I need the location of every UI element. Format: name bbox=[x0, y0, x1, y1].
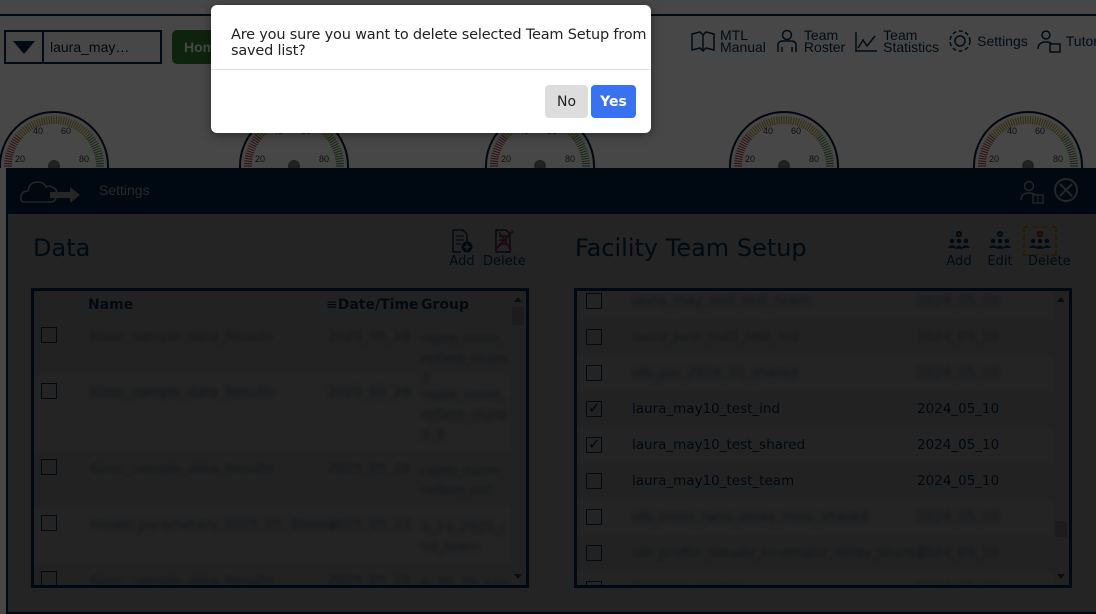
no-button[interactable]: No bbox=[545, 85, 588, 118]
confirm-delete-dialog: Are you sure you want to delete selected… bbox=[211, 5, 651, 133]
dialog-divider bbox=[211, 69, 651, 70]
dialog-message: Are you sure you want to delete selected… bbox=[231, 27, 647, 59]
yes-button[interactable]: Yes bbox=[591, 85, 636, 118]
